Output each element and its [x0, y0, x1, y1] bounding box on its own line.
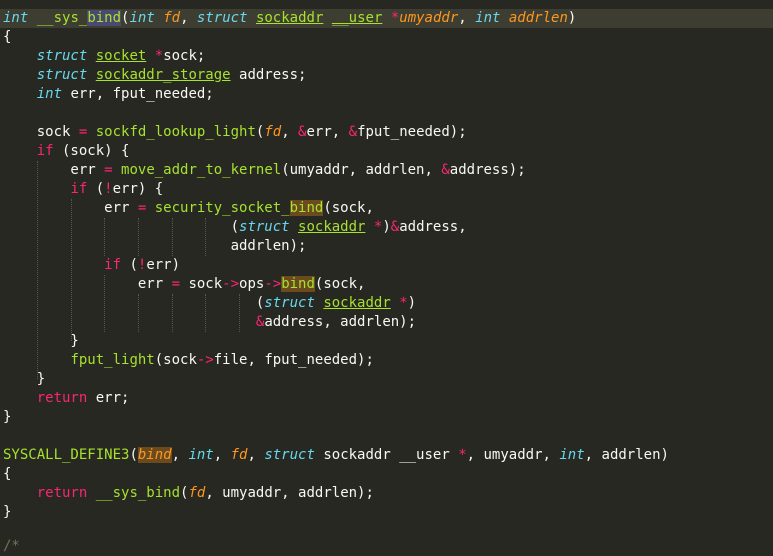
- code-line-12[interactable]: (struct sockaddr *)&address,: [3, 218, 467, 237]
- code-line-17[interactable]: &address, addrlen);: [3, 313, 416, 332]
- code-line-3[interactable]: struct socket *sock;: [3, 47, 206, 66]
- code-line-1[interactable]: int __sys_bind(int fd, struct sockaddr _…: [0, 9, 773, 28]
- code-line-24[interactable]: SYSCALL_DEFINE3(bind, int, fd, struct so…: [3, 446, 669, 465]
- code-line-29[interactable]: /*: [3, 537, 20, 556]
- search-match: bind: [137, 447, 172, 463]
- search-match: bind: [289, 200, 324, 216]
- code-line-25[interactable]: {: [3, 465, 11, 484]
- code-line-19[interactable]: fput_light(sock->file, fput_needed);: [3, 351, 373, 370]
- code-line-16[interactable]: (struct sockaddr *): [3, 294, 416, 313]
- code-line-7[interactable]: sock = sockfd_lookup_light(fd, &err, &fp…: [3, 123, 467, 142]
- code-line-14[interactable]: if (!err): [3, 256, 180, 275]
- code-line-18[interactable]: }: [3, 332, 78, 351]
- code-line-26[interactable]: return __sys_bind(fd, umyaddr, addrlen);: [3, 484, 374, 503]
- code-line-11[interactable]: err = security_socket_bind(sock,: [3, 199, 374, 218]
- code-line-13[interactable]: addrlen);: [3, 237, 307, 256]
- code-line-21[interactable]: return err;: [3, 389, 130, 408]
- code-line-5[interactable]: int err, fput_needed;: [3, 85, 214, 104]
- code-editor[interactable]: int __sys_bind(int fd, struct sockaddr _…: [0, 0, 773, 554]
- code-line-8[interactable]: if (sock) {: [3, 142, 130, 161]
- code-line-9[interactable]: err = move_addr_to_kernel(umyaddr, addrl…: [3, 161, 525, 180]
- search-match: bind: [281, 276, 315, 292]
- code-line-10[interactable]: if (!err) {: [3, 180, 163, 199]
- code-line-27[interactable]: }: [3, 503, 11, 522]
- code-line-4[interactable]: struct sockaddr_storage address;: [3, 66, 307, 85]
- code-line-22[interactable]: }: [3, 408, 11, 427]
- code-line-2[interactable]: {: [3, 28, 11, 47]
- search-match: bind: [87, 10, 122, 26]
- code-line-20[interactable]: }: [3, 370, 45, 389]
- code-line-15[interactable]: err = sock->ops->bind(sock,: [3, 275, 365, 294]
